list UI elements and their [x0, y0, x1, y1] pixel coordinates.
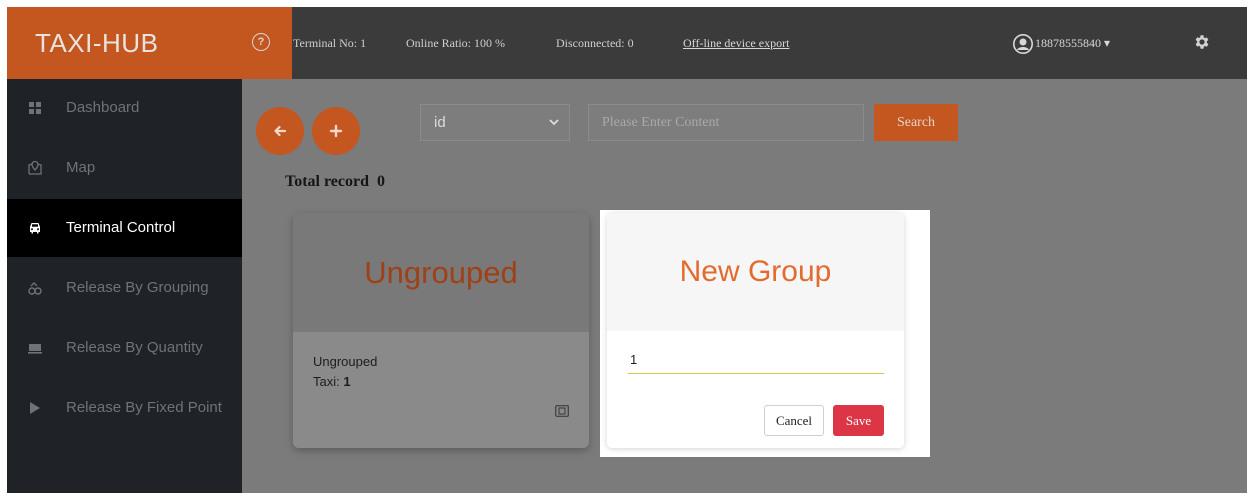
grouping-icon — [28, 282, 42, 295]
card-header: Ungrouped — [293, 213, 589, 332]
app-window: TAXI-HUB ? Terminal No: 1 Online Ratio: … — [7, 7, 1247, 493]
online-ratio-stat: Online Ratio: 100 % — [406, 36, 505, 50]
user-phone: 18878555840 — [1035, 36, 1101, 50]
car-icon — [30, 223, 40, 234]
top-header: TAXI-HUB ? Terminal No: 1 Online Ratio: … — [7, 7, 1247, 79]
group-name: Ungrouped — [313, 354, 378, 369]
group-name-input[interactable] — [628, 346, 884, 374]
search-button[interactable]: Search — [874, 104, 958, 141]
brand-logo[interactable]: TAXI-HUB — [7, 7, 292, 79]
select-value: id — [434, 114, 446, 131]
search-input[interactable] — [588, 104, 864, 141]
play-icon — [30, 402, 40, 414]
add-group-button[interactable] — [312, 107, 360, 155]
group-card-ungrouped[interactable]: Ungrouped Ungrouped Taxi: 1 — [293, 213, 589, 448]
sidebar-item-release-by-quantity[interactable]: Release By Quantity — [7, 319, 242, 377]
back-button[interactable] — [256, 107, 304, 155]
sidebar-item-label: Map — [66, 159, 96, 176]
user-menu[interactable]: 18878555840 ▾ — [1013, 7, 1110, 79]
chevron-down-icon — [549, 119, 559, 126]
disconnected-stat: Disconnected: 0 — [556, 36, 634, 50]
card-title: Ungrouped — [364, 255, 518, 290]
chevron-down-icon: ▾ — [1104, 36, 1111, 50]
sim-card-icon[interactable] — [555, 405, 569, 417]
sidebar-item-terminal-control[interactable]: Terminal Control — [7, 199, 242, 257]
gear-icon[interactable] — [1193, 33, 1211, 51]
save-button[interactable]: Save — [833, 405, 884, 436]
plus-icon — [329, 124, 343, 138]
taxi-count: Taxi: 1 — [313, 374, 351, 389]
arrow-left-icon — [274, 125, 287, 137]
sidebar-item-label: Release By Grouping — [66, 279, 209, 296]
card-body: Cancel Save — [607, 331, 904, 448]
sidebar-item-map[interactable]: Map — [7, 139, 242, 197]
cancel-button[interactable]: Cancel — [764, 405, 824, 436]
user-avatar-icon — [1013, 34, 1033, 55]
new-group-title: New Group — [679, 255, 832, 288]
quantity-icon — [28, 344, 42, 354]
question-circle-icon[interactable]: ? — [252, 33, 270, 51]
card-body: Ungrouped Taxi: 1 — [293, 332, 589, 448]
new-group-card: New Group Cancel Save — [607, 213, 904, 448]
search-field-select[interactable]: id — [420, 104, 570, 141]
sidebar-item-label: Dashboard — [66, 99, 140, 116]
total-record: Total record 0 — [285, 173, 385, 191]
sidebar: Dashboard Map Terminal Control Release B… — [7, 79, 242, 493]
sidebar-item-release-by-grouping[interactable]: Release By Grouping — [7, 259, 242, 317]
map-pin-icon — [28, 160, 42, 175]
dashboard-icon — [29, 102, 41, 114]
card-header: New Group — [607, 213, 904, 331]
total-record-count: 0 — [377, 173, 385, 190]
sidebar-item-dashboard[interactable]: Dashboard — [7, 79, 242, 137]
sidebar-item-label: Release By Quantity — [66, 339, 203, 356]
total-record-label: Total record — [285, 173, 369, 190]
offline-export-link[interactable]: Off-line device export — [683, 7, 789, 79]
taxi-count-label: Taxi: — [313, 374, 340, 389]
sidebar-item-label: Release By Fixed Point — [66, 399, 222, 416]
terminal-no-stat: Terminal No: 1 — [293, 36, 367, 50]
taxi-count-value: 1 — [343, 374, 351, 389]
sidebar-item-release-by-fixed-point[interactable]: Release By Fixed Point — [7, 379, 242, 437]
sidebar-item-label: Terminal Control — [66, 219, 176, 236]
